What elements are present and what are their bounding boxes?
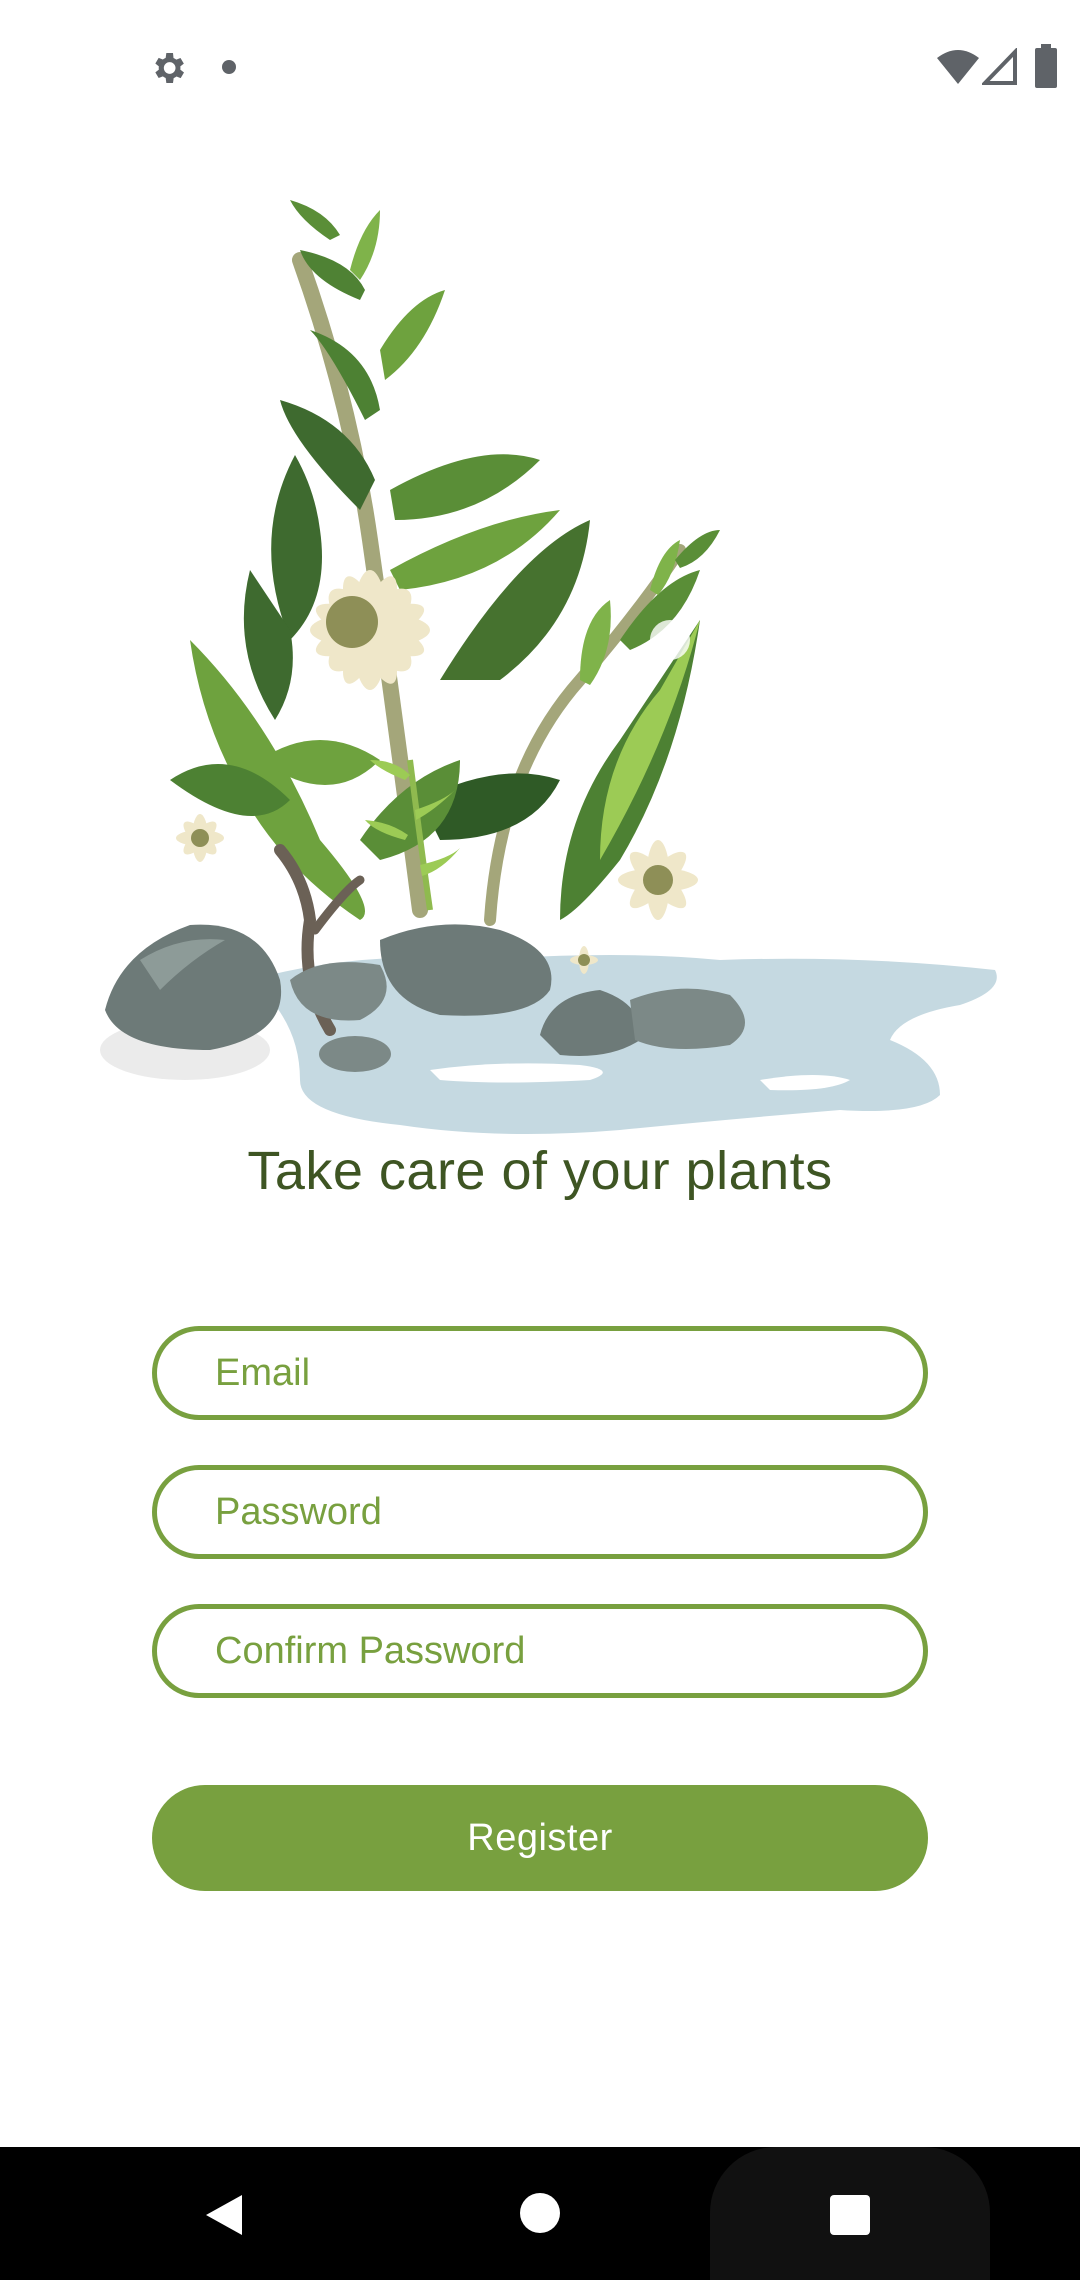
page-title: Take care of your plants	[247, 1141, 833, 1201]
gear-icon	[155, 53, 184, 83]
plants-rocks-water-illustration	[100, 200, 997, 1134]
notification-dot-icon	[222, 60, 236, 74]
confirm-password-field[interactable]	[152, 1604, 928, 1698]
password-field[interactable]	[152, 1465, 928, 1559]
navigation-bar	[0, 2147, 1080, 2280]
email-input[interactable]	[213, 1350, 923, 1396]
password-input[interactable]	[213, 1489, 923, 1535]
wifi-icon	[937, 50, 979, 84]
home-icon[interactable]	[520, 2193, 560, 2233]
register-button[interactable]: Register	[152, 1785, 928, 1891]
status-bar	[0, 0, 1080, 130]
confirm-password-input[interactable]	[213, 1628, 923, 1674]
email-field[interactable]	[152, 1326, 928, 1420]
recents-icon[interactable]	[830, 2195, 870, 2235]
back-icon[interactable]	[200, 2191, 248, 2239]
cellular-signal-icon	[982, 48, 1017, 85]
battery-icon	[1035, 44, 1057, 88]
